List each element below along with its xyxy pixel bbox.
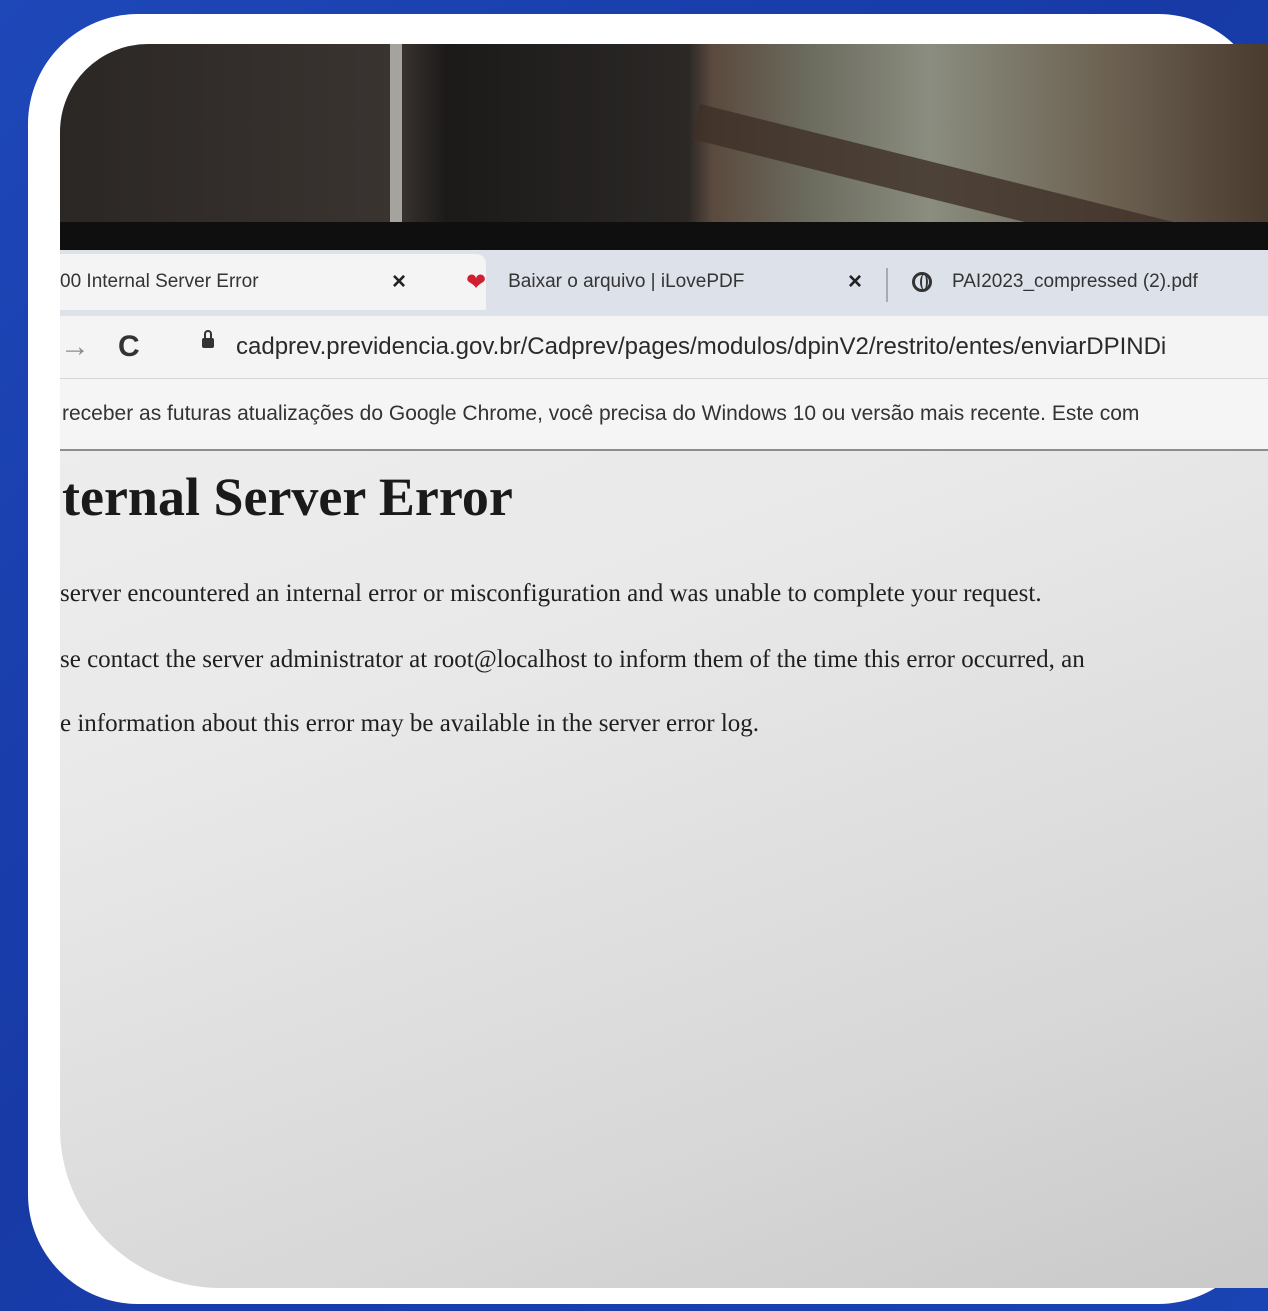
globe-icon <box>912 272 932 292</box>
tab-title: Baixar o arquivo | iLovePDF <box>508 271 745 292</box>
close-tab-icon[interactable]: × <box>848 268 862 296</box>
screen-photo: 00 Internal Server Error × ❤ Baixar o ar… <box>60 44 1268 1288</box>
address-bar-url[interactable]: cadprev.previdencia.gov.br/Cadprev/pages… <box>236 333 1166 361</box>
tab-title: 00 Internal Server Error <box>60 271 259 292</box>
error-contact-line: se contact the server administrator at r… <box>60 646 1085 673</box>
room-background <box>60 44 1268 275</box>
tab-internal-server-error[interactable]: 00 Internal Server Error × <box>60 254 486 310</box>
tab-separator <box>886 268 888 302</box>
heart-icon: ❤ <box>466 268 487 296</box>
browser-tabbar: 00 Internal Server Error × ❤ Baixar o ar… <box>60 250 1268 316</box>
tab-title: PAI2023_compressed (2).pdf <box>952 271 1198 292</box>
close-tab-icon[interactable]: × <box>392 268 406 296</box>
tab-ilovepdf[interactable]: ❤ Baixar o arquivo | iLovePDF × <box>452 254 922 310</box>
infobar-message: receber as futuras atualizações do Googl… <box>62 402 1140 425</box>
error-log-line: e information about this error may be av… <box>60 710 760 737</box>
tab-pai2023-pdf[interactable]: PAI2023_compressed (2).pdf <box>898 254 1268 310</box>
error-message-line: server encountered an internal error or … <box>60 580 1042 607</box>
chrome-update-infobar: receber as futuras atualizações do Googl… <box>60 378 1268 451</box>
room-beam <box>390 44 402 244</box>
error-heading: ternal Server Error <box>62 467 513 527</box>
browser-toolbar: → C cadprev.previdencia.gov.br/Cadprev/p… <box>60 316 1268 378</box>
lock-icon[interactable] <box>202 330 214 348</box>
forward-arrow-icon[interactable]: → <box>60 330 90 364</box>
reload-icon[interactable]: C <box>118 330 140 364</box>
